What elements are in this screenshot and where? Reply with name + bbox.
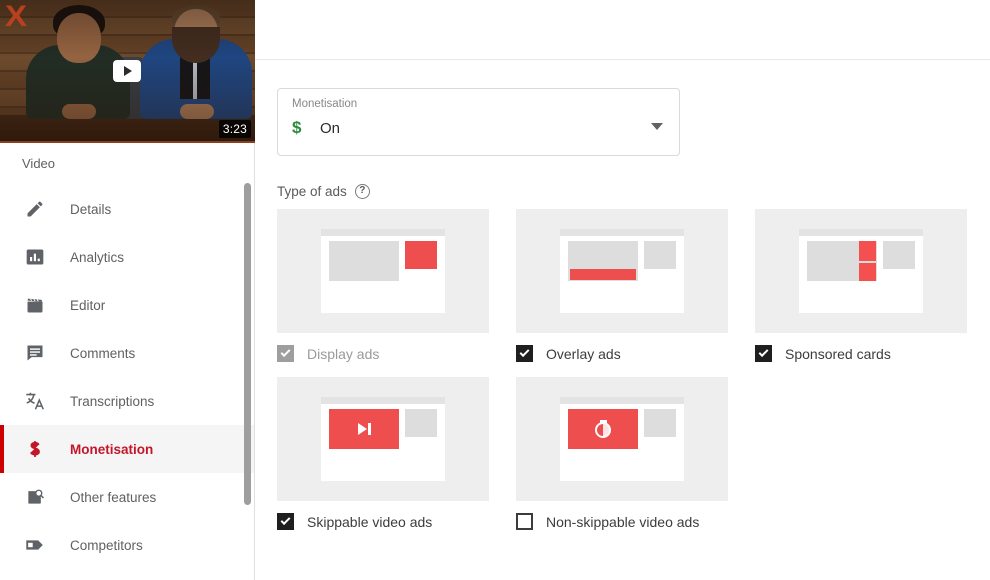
checkbox-overlay-ads[interactable] <box>516 345 533 362</box>
sidebar: X 3:23 Video Details Analytics Editor Co… <box>0 0 255 580</box>
ad-types-grid: Display ads Overlay ads Sponsored cards … <box>277 209 990 530</box>
sidebar-item-label: Editor <box>70 297 106 313</box>
dollar-icon: $ <box>292 118 302 137</box>
checkbox-display-ads <box>277 345 294 362</box>
ad-type-label: Display ads <box>307 345 380 362</box>
ad-preview-non-skippable-video-ads <box>516 377 728 501</box>
type-of-ads-header: Type of ads ? <box>277 184 990 199</box>
magnifier-page-icon <box>22 484 48 510</box>
sidebar-item-label: Competitors <box>70 537 143 553</box>
ad-type-card-non-skippable-video-ads[interactable]: Non-skippable video ads <box>516 377 728 530</box>
sidebar-item-label: Monetisation <box>70 441 154 457</box>
video-duration-badge: 3:23 <box>218 120 251 138</box>
checkbox-skippable-video-ads[interactable] <box>277 513 294 530</box>
top-bar <box>255 0 990 60</box>
sidebar-scrollbar-thumb[interactable] <box>244 183 251 505</box>
play-tag-icon <box>22 532 48 558</box>
ad-type-label: Skippable video ads <box>307 513 433 530</box>
sidebar-item-label: Transcriptions <box>70 393 155 409</box>
sidebar-item-label: Comments <box>70 345 136 361</box>
chevron-down-icon[interactable] <box>651 123 663 130</box>
ad-type-card-sponsored-cards[interactable]: Sponsored cards <box>755 209 967 362</box>
thumbnail-underline <box>0 141 255 143</box>
sidebar-item-label: Details <box>70 201 112 217</box>
sidebar-item-label: Other features <box>70 489 157 505</box>
sidebar-section-label: Video <box>22 155 56 171</box>
ad-preview-sponsored-cards <box>755 209 967 333</box>
sidebar-item-comments[interactable]: Comments <box>0 329 254 377</box>
ad-preview-display-ads <box>277 209 489 333</box>
checkbox-sponsored-cards[interactable] <box>755 345 772 362</box>
skip-forward-icon <box>357 423 371 435</box>
sidebar-item-other-features[interactable]: Other features <box>0 473 254 521</box>
bar-chart-icon <box>22 244 48 270</box>
sidebar-item-analytics[interactable]: Analytics <box>0 233 254 281</box>
monetisation-panel: Monetisation $ On Type of ads ? Display … <box>255 60 990 530</box>
stopwatch-icon <box>594 420 612 438</box>
pencil-icon <box>22 196 48 222</box>
dollar-icon <box>22 436 48 462</box>
sidebar-item-transcriptions[interactable]: Transcriptions <box>0 377 254 425</box>
ad-type-label: Overlay ads <box>546 345 621 362</box>
ad-preview-skippable-video-ads <box>277 377 489 501</box>
ad-type-card-skippable-video-ads[interactable]: Skippable video ads <box>277 377 489 530</box>
translate-icon <box>22 388 48 414</box>
sidebar-item-editor[interactable]: Editor <box>0 281 254 329</box>
ad-type-card-overlay-ads[interactable]: Overlay ads <box>516 209 728 362</box>
channel-logo-icon: X <box>4 0 28 33</box>
sidebar-item-details[interactable]: Details <box>0 185 254 233</box>
clapperboard-icon <box>22 292 48 318</box>
help-icon[interactable]: ? <box>354 184 370 199</box>
main-content: Monetisation $ On Type of ads ? Display … <box>255 0 990 580</box>
checkbox-non-skippable-video-ads[interactable] <box>516 513 533 530</box>
ad-type-label: Non-skippable video ads <box>546 513 700 530</box>
ad-type-checkbox-row[interactable]: Sponsored cards <box>755 345 967 362</box>
ad-type-label: Sponsored cards <box>785 345 891 362</box>
sidebar-item-label: Analytics <box>70 249 125 265</box>
ad-type-checkbox-row[interactable]: Display ads <box>277 345 489 362</box>
ad-type-checkbox-row[interactable]: Overlay ads <box>516 345 728 362</box>
video-thumbnail[interactable]: X 3:23 <box>0 0 255 143</box>
sidebar-scrollbar[interactable] <box>244 178 252 580</box>
sidebar-nav: Details Analytics Editor Comments Transc… <box>0 183 254 569</box>
ad-type-checkbox-row[interactable]: Skippable video ads <box>277 513 489 530</box>
monetisation-select-label: Monetisation <box>292 98 358 110</box>
play-icon[interactable] <box>113 60 141 82</box>
sidebar-item-monetisation[interactable]: Monetisation <box>0 425 254 473</box>
sidebar-item-competitors[interactable]: Competitors <box>0 521 254 569</box>
ad-type-checkbox-row[interactable]: Non-skippable video ads <box>516 513 728 530</box>
monetisation-select[interactable]: Monetisation $ On <box>277 88 680 156</box>
type-of-ads-title: Type of ads <box>277 184 347 199</box>
ad-type-card-display-ads[interactable]: Display ads <box>277 209 489 362</box>
youtube-studio-window: X 3:23 Video Details Analytics Editor Co… <box>0 0 990 580</box>
monetisation-select-value: On <box>320 119 341 137</box>
comment-icon <box>22 340 48 366</box>
ad-preview-overlay-ads <box>516 209 728 333</box>
